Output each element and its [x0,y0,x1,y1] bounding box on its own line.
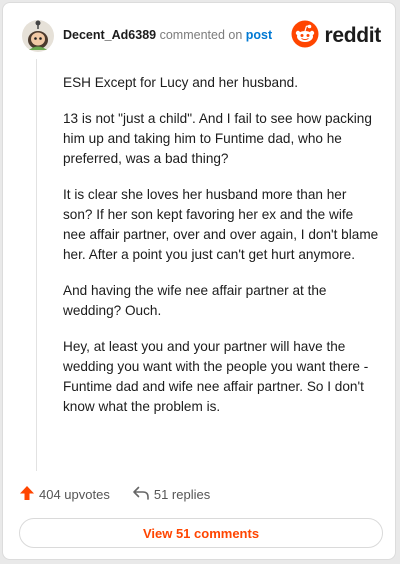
upvote-button[interactable]: 404 upvotes [19,485,110,504]
comment-paragraph: ESH Except for Lucy and her husband. [63,75,299,90]
user-avatar-icon[interactable] [21,19,55,53]
post-link[interactable]: post [246,28,272,42]
thread-line [36,59,37,471]
comment-paragraph: It is clear she loves her husband more t… [63,187,379,262]
reddit-logo[interactable]: reddit [291,20,381,53]
reddit-wordmark: reddit [324,24,381,47]
comment-body: ESH Except for Lucy and her husband. 13 … [63,73,379,433]
reply-count: 51 replies [153,486,211,502]
comment-header: Decent_Ad6389 commented on post reddit [19,17,381,55]
view-comments-button[interactable]: View 51 comments [19,518,383,548]
comment-paragraph: And having the wife nee affair partner a… [63,283,327,318]
username-link[interactable]: Decent_Ad6389 [63,28,156,42]
comment-actions: 404 upvotes 51 replies [19,483,210,505]
comment-card: Decent_Ad6389 commented on post reddit E… [2,2,396,560]
action-text: commented on [159,28,243,42]
reply-arrow-icon [132,485,150,504]
replies-button[interactable]: 51 replies [132,485,210,504]
comment-byline: Decent_Ad6389 commented on post [63,28,272,42]
upvote-count: 404 upvotes [39,486,110,502]
upvote-arrow-icon [19,485,35,504]
reddit-logo-icon [291,20,319,53]
comment-paragraph: Hey, at least you and your partner will … [63,339,369,414]
comment-paragraph: 13 is not "just a child". And I fail to … [63,111,372,166]
